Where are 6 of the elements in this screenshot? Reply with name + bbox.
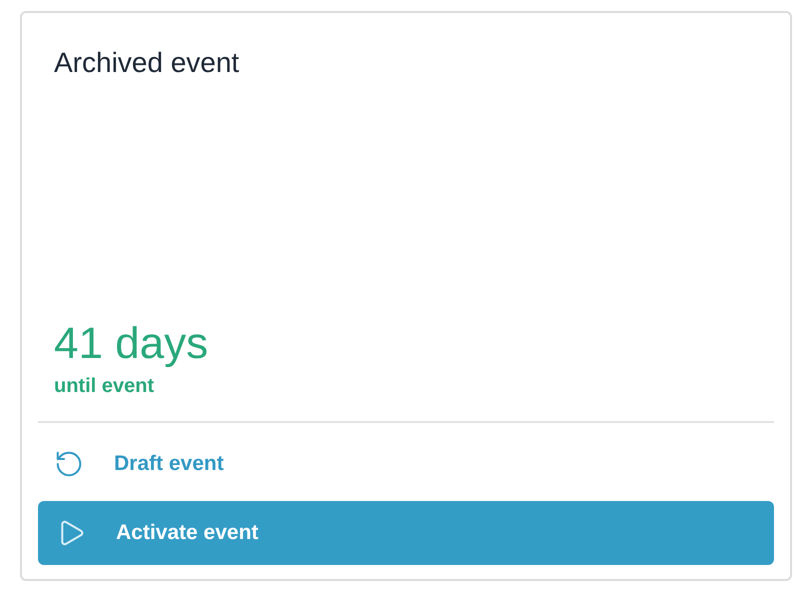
undo-icon xyxy=(54,449,84,479)
activate-event-button[interactable]: Activate event xyxy=(38,501,774,565)
draft-event-button[interactable]: Draft event xyxy=(38,439,774,489)
countdown-value: 41 days xyxy=(54,319,208,369)
card-title: Archived event xyxy=(54,46,240,80)
countdown-caption: until event xyxy=(54,374,154,399)
